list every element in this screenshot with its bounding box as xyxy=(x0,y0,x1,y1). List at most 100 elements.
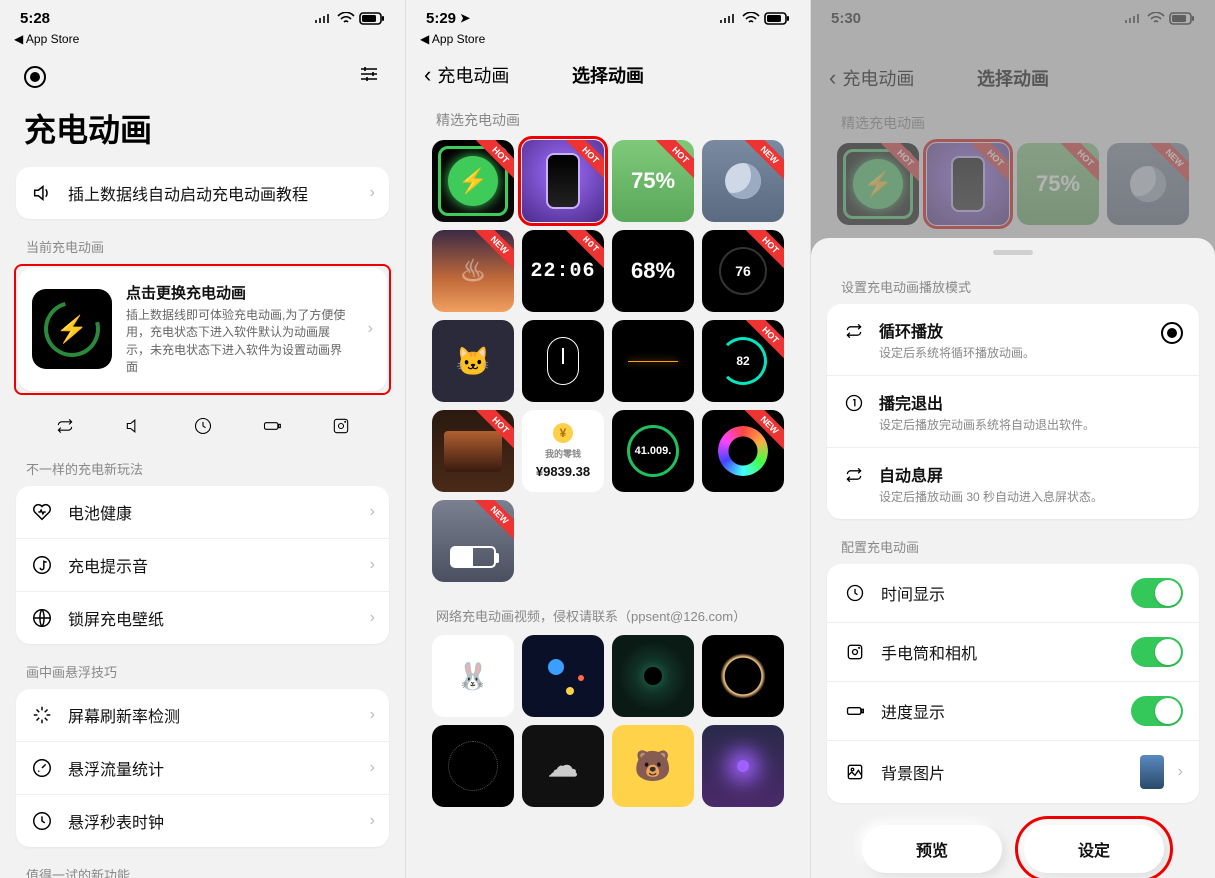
mute-icon[interactable] xyxy=(123,415,145,437)
back-to-appstore[interactable]: ◀ App Store xyxy=(0,30,405,52)
config-row-2[interactable]: 进度显示 xyxy=(827,681,1199,740)
battery-icon xyxy=(843,699,867,723)
animation-tile-smoke[interactable]: ☁ xyxy=(522,725,604,807)
loop-icon xyxy=(843,320,865,342)
settings-icon[interactable] xyxy=(357,62,381,91)
tutorial-card[interactable]: 插上数据线自动启动充电动画教程 › xyxy=(16,167,389,219)
row-refresh-rate[interactable]: 屏幕刷新率检测 › xyxy=(16,689,389,741)
config-label: 时间显示 xyxy=(881,581,1117,605)
row-label: 屏幕刷新率检测 xyxy=(68,703,356,727)
animation-tile-41[interactable]: 41.009. xyxy=(612,410,694,492)
mode-option-2[interactable]: 自动息屏设定后播放动画 30 秒自动进入息屏状态。 xyxy=(827,447,1199,519)
status-bar: 5:29 ➤ xyxy=(406,6,810,30)
row-stopwatch[interactable]: 悬浮秒表时钟 › xyxy=(16,794,389,847)
tutorial-label: 插上数据线自动启动充电动画教程 xyxy=(68,181,356,205)
animation-tile-68[interactable]: 68% xyxy=(612,230,694,312)
section-featured: 精选充电动画 xyxy=(406,96,810,140)
mode-title: 播完退出 xyxy=(879,390,1183,414)
screen-2-select: 5:29 ➤ ◀ App Store ‹ 充电动画 选择动画 精选充电动画 ⚡7… xyxy=(405,0,810,878)
mode-option-1[interactable]: 播完退出设定后播放完动画系统将自动退出软件。 xyxy=(827,375,1199,447)
animation-tile-line[interactable] xyxy=(612,320,694,402)
chevron-right-icon: › xyxy=(370,556,375,574)
animation-tile-82[interactable]: 82 xyxy=(702,320,784,402)
config-row-0[interactable]: 时间显示 xyxy=(827,564,1199,622)
animation-tile-bolt-green[interactable]: ⚡ xyxy=(432,140,514,222)
back-to-appstore[interactable]: ◀ App Store xyxy=(406,30,810,52)
loop2-icon xyxy=(843,464,865,486)
back-label[interactable]: 充电动画 xyxy=(437,62,509,88)
mode-card: 循环播放设定后系统将循环播放动画。播完退出设定后播放完动画系统将自动退出软件。自… xyxy=(827,304,1199,519)
mode-desc: 设定后系统将循环播放动画。 xyxy=(879,344,1147,361)
quick-icon-row xyxy=(0,405,405,455)
animation-tile-ecl[interactable] xyxy=(702,635,784,717)
clock-icon xyxy=(843,581,867,605)
new-badge xyxy=(738,140,784,186)
toggle-on[interactable] xyxy=(1131,696,1183,726)
camera-icon[interactable] xyxy=(330,415,352,437)
featured-grid: ⚡ 75% ♨22:0668%76 🐱 82 ¥我的零钱¥9839.3841.009. xyxy=(406,140,810,582)
chevron-right-icon: › xyxy=(370,503,375,521)
animation-tile-moon[interactable] xyxy=(702,140,784,222)
hot-badge xyxy=(738,320,784,366)
row-battery-health[interactable]: 电池健康 › xyxy=(16,486,389,538)
section-config: 配置充电动画 xyxy=(811,533,1215,564)
preview-button[interactable]: 预览 xyxy=(862,825,1002,873)
animation-tile-76[interactable]: 76 xyxy=(702,230,784,312)
animation-tile-city[interactable] xyxy=(432,500,514,582)
current-animation-desc: 插上数据线即可体验充电动画,为了方便使用，充电状态下进入软件默认为动画展示，未充… xyxy=(126,307,354,377)
row-traffic-stats[interactable]: 悬浮流量统计 › xyxy=(16,741,389,794)
row-lock-wallpaper[interactable]: 锁屏充电壁纸 › xyxy=(16,591,389,644)
animation-tile-sunset[interactable]: ♨ xyxy=(432,230,514,312)
config-row-3[interactable]: 背景图片› xyxy=(827,740,1199,803)
config-label: 手电筒和相机 xyxy=(881,640,1117,664)
meter-icon xyxy=(30,756,54,780)
toggle-on[interactable] xyxy=(1131,578,1183,608)
row-charge-sound[interactable]: 充电提示音 › xyxy=(16,538,389,591)
animation-tile-wand[interactable] xyxy=(522,320,604,402)
pip-card: 屏幕刷新率检测 › 悬浮流量统计 › 悬浮秒表时钟 › xyxy=(16,689,389,847)
animation-tile-dotring[interactable] xyxy=(432,725,514,807)
current-animation-highlight: ⚡ 点击更换充电动画 插上数据线即可体验充电动画,为了方便使用，充电状态下进入软… xyxy=(14,264,391,395)
globe-icon xyxy=(30,606,54,630)
animation-tile-anime[interactable] xyxy=(702,725,784,807)
animation-tile-bunny[interactable]: 🐰 xyxy=(432,635,514,717)
animation-tile-clock[interactable]: 22:06 xyxy=(522,230,604,312)
new-badge xyxy=(468,500,514,546)
mode-title: 循环播放 xyxy=(879,318,1147,342)
animation-tile-balls[interactable] xyxy=(522,635,604,717)
clock-icon[interactable] xyxy=(192,415,214,437)
chevron-right-icon: › xyxy=(370,706,375,724)
animation-tile-phone[interactable] xyxy=(522,140,604,222)
section-current: 当前充电动画 xyxy=(0,233,405,264)
row-label: 锁屏充电壁纸 xyxy=(68,606,356,630)
animation-tile-rainbow[interactable] xyxy=(702,410,784,492)
current-animation-row[interactable]: ⚡ 点击更换充电动画 插上数据线即可体验充电动画,为了方便使用，充电状态下进入软… xyxy=(18,268,387,391)
sheet-grabber[interactable] xyxy=(993,250,1033,255)
toggle-on[interactable] xyxy=(1131,637,1183,667)
mode-option-0[interactable]: 循环播放设定后系统将循环播放动画。 xyxy=(827,304,1199,375)
status-bar: 5:28 xyxy=(0,6,405,30)
loop-icon[interactable] xyxy=(54,415,76,437)
chevron-right-icon: › xyxy=(368,320,373,338)
battery-icon[interactable] xyxy=(261,415,283,437)
screen-3-settings-sheet: 5:30 ‹ 充电动画 选择动画 精选充电动画 ⚡75% 设置充电动画播放模式 … xyxy=(810,0,1215,878)
animation-tile-price[interactable]: ¥我的零钱¥9839.38 xyxy=(522,410,604,492)
animation-tile-cat[interactable]: 🐱 xyxy=(432,320,514,402)
set-button[interactable]: 设定 xyxy=(1024,825,1164,873)
config-row-1[interactable]: 手电筒和相机 xyxy=(827,622,1199,681)
config-card: 时间显示手电筒和相机进度显示背景图片› xyxy=(827,564,1199,803)
animation-tile-eye[interactable] xyxy=(612,635,694,717)
mode-desc: 设定后播放动画 30 秒自动进入息屏状态。 xyxy=(879,488,1183,505)
back-chevron-icon[interactable]: ‹ xyxy=(424,62,431,88)
current-animation-title: 点击更换充电动画 xyxy=(126,282,354,303)
chevron-right-icon: › xyxy=(1178,763,1183,781)
playstyle-card: 电池健康 › 充电提示音 › 锁屏充电壁纸 › xyxy=(16,486,389,644)
radio-selected-icon xyxy=(1161,322,1183,344)
animation-tile-bear[interactable]: 🐻 xyxy=(612,725,694,807)
spark-icon xyxy=(30,703,54,727)
section-playstyle: 不一样的充电新玩法 xyxy=(0,455,405,486)
location-icon: ➤ xyxy=(460,11,470,25)
animation-tile-warm[interactable] xyxy=(432,410,514,492)
status-indicators xyxy=(315,12,385,25)
animation-tile-75[interactable]: 75% xyxy=(612,140,694,222)
